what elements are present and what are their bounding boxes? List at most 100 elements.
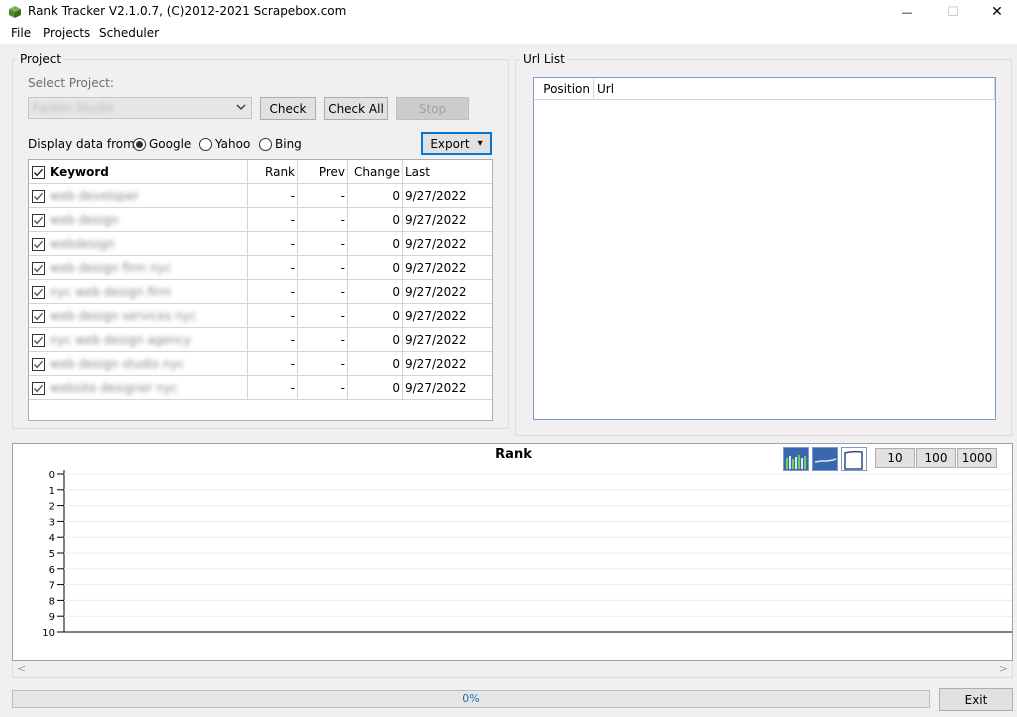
change-cell: 0 xyxy=(348,280,403,304)
table-row[interactable]: web design - -0 9/27/2022 xyxy=(29,208,492,232)
table-row[interactable]: nyc web design agency - -0 9/27/2022 xyxy=(29,328,492,352)
prev-cell: - xyxy=(298,304,348,328)
url-list-table[interactable]: Position Url xyxy=(533,77,996,420)
rank-cell: - xyxy=(248,352,298,376)
prev-cell: - xyxy=(298,280,348,304)
prev-cell: - xyxy=(298,184,348,208)
change-cell: 0 xyxy=(348,232,403,256)
radio-bing[interactable]: Bing xyxy=(259,137,302,151)
close-icon: ✕ xyxy=(991,4,1003,20)
rank-column-header[interactable]: Rank xyxy=(248,160,298,184)
row-checkbox[interactable] xyxy=(32,213,45,227)
keyword-cell[interactable]: web design services nyc xyxy=(29,304,248,328)
area-chart-icon xyxy=(842,448,866,470)
y-tick-label: 0 xyxy=(49,470,55,481)
prev-cell: - xyxy=(298,232,348,256)
keyword-cell[interactable]: web design firm nyc xyxy=(29,256,248,280)
keyword-text: web design services nyc xyxy=(50,309,197,323)
rank-cell: - xyxy=(248,256,298,280)
row-checkbox[interactable] xyxy=(32,261,45,275)
row-checkbox[interactable] xyxy=(32,333,45,347)
scroll-right-icon[interactable]: > xyxy=(999,662,1008,675)
row-checkbox[interactable] xyxy=(32,357,45,371)
prev-cell: - xyxy=(298,256,348,280)
menu-bar: File Projects Scheduler xyxy=(0,24,1017,44)
table-row[interactable]: webdesign - -0 9/27/2022 xyxy=(29,232,492,256)
keyword-table-header: Keyword Rank Prev Change Last xyxy=(29,160,492,184)
maximize-icon: ☐ xyxy=(947,4,959,20)
keyword-cell[interactable]: nyc web design firm xyxy=(29,280,248,304)
scale-1000-button[interactable]: 1000 xyxy=(957,448,997,468)
table-row[interactable]: web design services nyc - -0 9/27/2022 xyxy=(29,304,492,328)
change-cell: 0 xyxy=(348,184,403,208)
rank-cell: - xyxy=(248,304,298,328)
area-chart-view-button[interactable] xyxy=(841,447,867,471)
scale-100-button[interactable]: 100 xyxy=(916,448,956,468)
radio-yahoo-indicator[interactable] xyxy=(199,137,212,151)
keyword-cell[interactable]: web design xyxy=(29,208,248,232)
scroll-left-icon[interactable]: < xyxy=(17,662,26,675)
keyword-cell[interactable]: nyc web design agency xyxy=(29,328,248,352)
table-row[interactable]: web design firm nyc - -0 9/27/2022 xyxy=(29,256,492,280)
keyword-text: web design xyxy=(50,213,119,227)
checkmark-icon xyxy=(33,360,44,368)
keyword-table[interactable]: Keyword Rank Prev Change Last web develo… xyxy=(28,159,493,421)
menu-projects[interactable]: Projects xyxy=(43,26,90,40)
menu-scheduler[interactable]: Scheduler xyxy=(99,26,159,40)
row-checkbox[interactable] xyxy=(32,381,45,395)
keyword-cell[interactable]: website designer nyc xyxy=(29,376,248,400)
table-row[interactable]: web design studio nyc - -0 9/27/2022 xyxy=(29,352,492,376)
radio-bing-indicator[interactable] xyxy=(259,137,272,151)
maximize-button[interactable]: ☐ xyxy=(930,0,976,24)
row-checkbox[interactable] xyxy=(32,285,45,299)
table-row[interactable]: website designer nyc - -0 9/27/2022 xyxy=(29,376,492,400)
keyword-cell[interactable]: web design studio nyc xyxy=(29,352,248,376)
keyword-column-header[interactable]: Keyword xyxy=(29,160,248,184)
y-tick-label: 4 xyxy=(49,533,55,544)
prev-column-header[interactable]: Prev xyxy=(298,160,348,184)
url-column-header[interactable]: Url xyxy=(594,78,995,100)
row-checkbox[interactable] xyxy=(32,189,45,203)
rank-chart: 0 1 2 3 4 5 6 7 8 9 10 xyxy=(42,470,1012,639)
change-cell: 0 xyxy=(348,304,403,328)
minimize-button[interactable]: — xyxy=(884,0,930,24)
scale-10-button[interactable]: 10 xyxy=(875,448,915,468)
radio-yahoo[interactable]: Yahoo xyxy=(199,137,250,151)
check-button[interactable]: Check xyxy=(260,97,316,120)
table-row[interactable]: web developer - -0 9/27/2022 xyxy=(29,184,492,208)
export-button[interactable]: Export ▾ xyxy=(421,132,492,155)
table-row[interactable]: nyc web design firm - -0 9/27/2022 xyxy=(29,280,492,304)
checkmark-icon xyxy=(33,192,44,200)
project-select-value: Fanbin Studio xyxy=(33,101,115,115)
rank-cell: - xyxy=(248,376,298,400)
display-data-from-label: Display data from: xyxy=(28,137,139,151)
radio-google[interactable]: Google xyxy=(133,137,191,151)
menu-file[interactable]: File xyxy=(11,26,31,40)
last-cell: 9/27/2022 xyxy=(405,333,467,347)
position-column-header[interactable]: Position xyxy=(534,78,594,100)
prev-cell: - xyxy=(298,328,348,352)
radio-google-indicator[interactable] xyxy=(133,137,146,151)
exit-button[interactable]: Exit xyxy=(939,688,1013,711)
keyword-cell[interactable]: webdesign xyxy=(29,232,248,256)
change-cell: 0 xyxy=(348,256,403,280)
row-checkbox[interactable] xyxy=(32,237,45,251)
chart-horizontal-scrollbar[interactable]: < > xyxy=(12,661,1013,678)
bar-chart-view-button[interactable] xyxy=(783,447,809,471)
rank-cell: - xyxy=(248,280,298,304)
checkmark-icon xyxy=(33,312,44,320)
keyword-text: web developer xyxy=(50,189,139,203)
change-column-header[interactable]: Change xyxy=(348,160,403,184)
row-checkbox[interactable] xyxy=(32,309,45,323)
line-chart-view-button[interactable] xyxy=(812,447,838,471)
last-cell: 9/27/2022 xyxy=(405,189,467,203)
last-column-header[interactable]: Last xyxy=(403,160,492,184)
project-select[interactable]: Fanbin Studio xyxy=(28,97,252,119)
keyword-cell[interactable]: web developer xyxy=(29,184,248,208)
keyword-text: nyc web design firm xyxy=(50,285,172,299)
last-cell: 9/27/2022 xyxy=(405,285,467,299)
url-list-header: Position Url xyxy=(534,78,995,100)
close-button[interactable]: ✕ xyxy=(974,0,1017,24)
select-all-checkbox[interactable] xyxy=(32,165,45,179)
check-all-button[interactable]: Check All xyxy=(324,97,388,120)
